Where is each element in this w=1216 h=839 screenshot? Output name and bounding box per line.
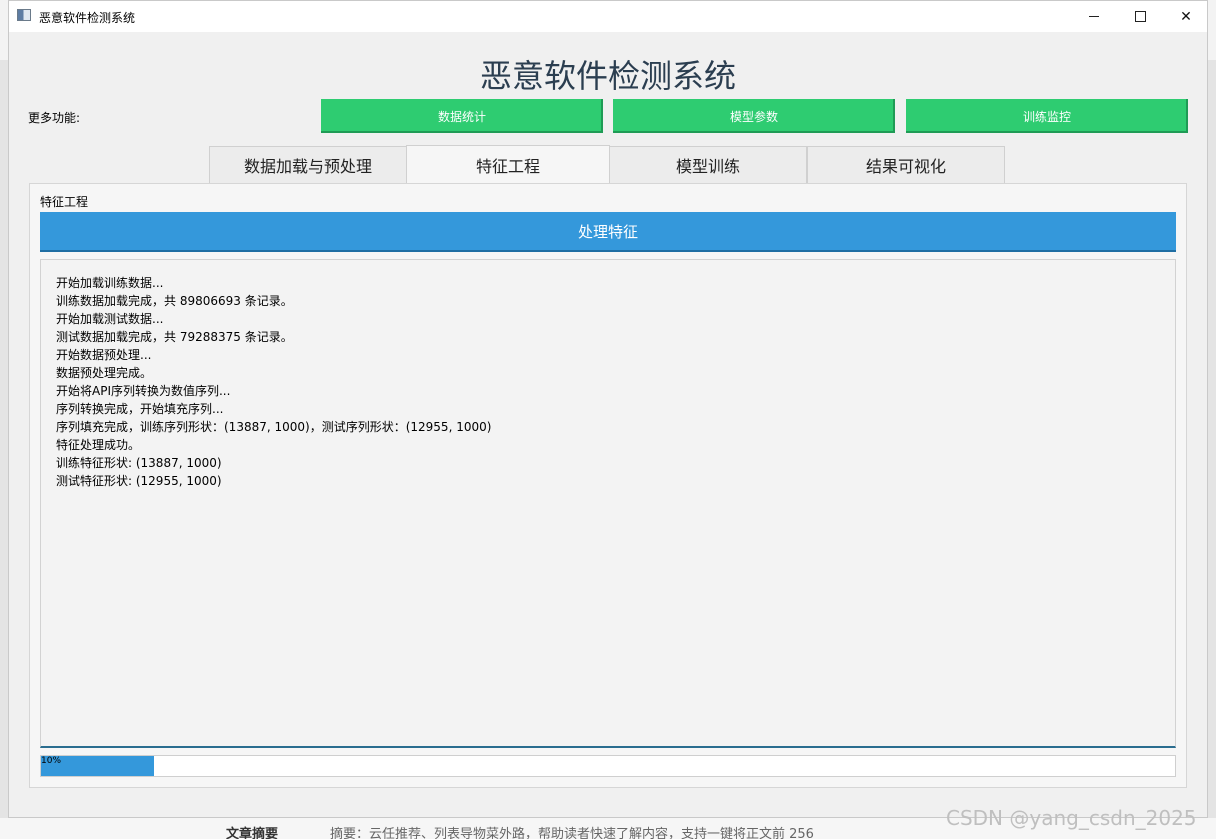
page-title: 恶意软件检测系统 (479, 57, 736, 95)
app-window: 恶意软件检测系统 ✕ 恶意软件检测系统 更多功能: 数据统计 模型参数 训练监控… (8, 0, 1208, 818)
tab-model-training[interactable]: 模型训练 (609, 146, 807, 184)
close-icon[interactable]: ✕ (1163, 1, 1209, 32)
tab-result-visualization[interactable]: 结果可视化 (807, 146, 1005, 184)
model-parameters-button[interactable]: 模型参数 (613, 99, 895, 133)
minimize-icon[interactable] (1071, 1, 1117, 32)
watermark: CSDN @yang_csdn_2025 (946, 806, 1197, 830)
log-line: 开始数据预处理... (56, 348, 152, 362)
log-line: 序列填充完成，训练序列形状：(13887, 1000)，测试序列形状：(1295… (56, 420, 492, 434)
background-right-edge (1208, 60, 1216, 839)
log-line: 训练特征形状: (13887, 1000) (56, 456, 222, 470)
log-line: 测试数据加载完成，共 79288375 条记录。 (56, 330, 293, 344)
title-bar: 恶意软件检测系统 ✕ (9, 1, 1207, 32)
log-line: 特征处理成功。 (56, 438, 141, 452)
window-title: 恶意软件检测系统 (39, 11, 136, 25)
feature-engineering-panel: 特征工程 处理特征 开始加载训练数据... 训练数据加载完成，共 8980669… (29, 183, 1187, 788)
summary-text: 摘要：云任推荐、列表导物菜外路，帮助读者快速了解内容，支持一键将正文前 256 (330, 827, 814, 839)
log-line: 测试特征形状: (12955, 1000) (56, 474, 222, 488)
summary-label: 文章摘要 (226, 827, 279, 839)
tab-data-loading[interactable]: 数据加载与预处理 (209, 146, 407, 184)
group-label: 特征工程 (40, 195, 89, 209)
progress-text: 10% (41, 756, 62, 766)
log-line: 开始加载测试数据... (56, 312, 164, 326)
process-features-button[interactable]: 处理特征 (40, 212, 1176, 252)
app-icon (17, 9, 31, 21)
log-line: 开始将API序列转换为数值序列... (56, 384, 231, 398)
log-output[interactable]: 开始加载训练数据... 训练数据加载完成，共 89806693 条记录。 开始加… (40, 259, 1176, 748)
log-line: 数据预处理完成。 (56, 366, 153, 380)
more-functions-label: 更多功能: (28, 111, 81, 125)
background-left-edge (0, 60, 8, 839)
maximize-icon[interactable] (1117, 1, 1163, 32)
log-line: 开始加载训练数据... (56, 276, 164, 290)
tab-feature-engineering[interactable]: 特征工程 (406, 145, 610, 184)
log-line: 训练数据加载完成，共 89806693 条记录。 (56, 294, 293, 308)
log-line: 序列转换完成，开始填充序列... (56, 402, 224, 416)
progress-bar: 10% (40, 755, 1176, 777)
data-statistics-button[interactable]: 数据统计 (321, 99, 603, 133)
training-monitor-button[interactable]: 训练监控 (906, 99, 1188, 133)
